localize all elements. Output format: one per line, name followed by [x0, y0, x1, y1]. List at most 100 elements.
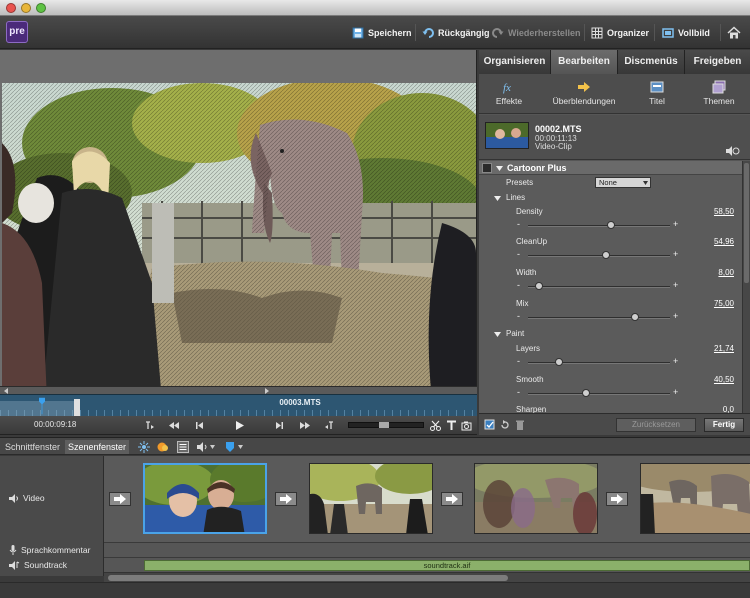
tab-sceneline[interactable]: Szenenfenster [65, 440, 130, 454]
param-slider[interactable] [528, 389, 670, 397]
marker-icon[interactable] [224, 441, 236, 453]
shuttle-slider-thumb[interactable] [379, 422, 389, 428]
freeze-frame-icon[interactable] [461, 420, 472, 431]
fast-forward-icon[interactable] [300, 420, 311, 431]
transition-slot[interactable] [441, 492, 463, 506]
scene-clip[interactable] [309, 463, 433, 534]
effect-header[interactable]: Cartoonr Plus [479, 161, 742, 175]
rewind-icon[interactable] [168, 420, 179, 431]
reset-button[interactable]: Zurücksetzen [616, 418, 696, 432]
scrollbar-thumb[interactable] [108, 575, 508, 581]
current-timecode[interactable]: 00:00:09:18 [34, 420, 76, 429]
instant-movie-icon[interactable] [157, 441, 169, 453]
scene-clip[interactable] [640, 463, 750, 534]
set-out-point-icon[interactable] [324, 420, 335, 431]
decrease-button[interactable]: - [517, 219, 520, 229]
close-window-button[interactable] [6, 3, 16, 13]
smart-fix-icon[interactable] [138, 441, 150, 453]
slider-knob[interactable] [602, 251, 611, 259]
video-preview[interactable] [2, 83, 476, 401]
param-value[interactable]: 58,50 [714, 207, 734, 216]
decrease-button[interactable]: - [517, 356, 520, 366]
param-value[interactable]: 8,00 [718, 268, 734, 277]
properties-panel-icon[interactable] [177, 441, 189, 453]
transition-slot[interactable] [606, 492, 628, 506]
trash-icon[interactable] [514, 419, 526, 431]
sceneline-scrollbar[interactable] [104, 572, 750, 582]
soundtrack-clip[interactable]: soundtrack.aif [144, 560, 750, 571]
param-slider[interactable] [528, 282, 670, 290]
param-value[interactable]: 54,96 [714, 237, 734, 246]
presets-dropdown[interactable]: None [595, 177, 651, 188]
set-in-point-icon[interactable] [144, 420, 155, 431]
subtab-transitions[interactable]: Überblendungen [549, 80, 619, 106]
apply-effect-icon[interactable] [484, 419, 496, 431]
scene-clip[interactable] [474, 463, 598, 534]
step-back-icon[interactable] [194, 420, 205, 431]
collapse-triangle-icon[interactable] [496, 165, 503, 172]
minimize-window-button[interactable] [21, 3, 31, 13]
param-slider[interactable] [528, 251, 670, 259]
param-slider[interactable] [528, 313, 670, 321]
soundtrack-track-header[interactable]: Soundtrack [9, 560, 67, 570]
slider-knob[interactable] [581, 389, 590, 397]
increase-button[interactable]: + [673, 356, 678, 366]
scrollbar-thumb[interactable] [744, 163, 749, 283]
narration-track-header[interactable]: Sprachkommentar [9, 545, 90, 555]
split-clip-icon[interactable] [430, 420, 441, 431]
organizer-button[interactable]: Organizer [591, 24, 649, 41]
param-slider[interactable] [528, 221, 670, 229]
increase-button[interactable]: + [673, 387, 678, 397]
decrease-button[interactable]: - [517, 249, 520, 259]
decrease-button[interactable]: - [517, 311, 520, 321]
chevron-down-icon[interactable] [210, 445, 215, 449]
monitor-scrollbar[interactable] [0, 386, 477, 394]
increase-button[interactable]: + [673, 219, 678, 229]
slider-knob[interactable] [607, 221, 616, 229]
tab-organize[interactable]: Organisieren [479, 50, 551, 74]
effects-scrollbar[interactable] [742, 161, 750, 413]
increase-button[interactable]: + [673, 280, 678, 290]
tab-edit[interactable]: Bearbeiten [551, 50, 618, 74]
chevron-down-icon[interactable] [238, 445, 243, 449]
tab-share[interactable]: Freigeben [685, 50, 750, 74]
slider-knob[interactable] [535, 282, 544, 290]
decrease-button[interactable]: - [517, 280, 520, 290]
collapse-triangle-icon[interactable] [494, 195, 501, 202]
decrease-button[interactable]: - [517, 387, 520, 397]
mini-timeline[interactable]: 00003.MTS [0, 394, 477, 417]
play-icon[interactable] [234, 420, 245, 431]
subtab-themes[interactable]: Themen [699, 80, 739, 106]
redo-button[interactable]: Wiederherstellen [492, 24, 580, 41]
param-value[interactable]: 40,50 [714, 375, 734, 384]
increase-button[interactable]: + [673, 249, 678, 259]
video-track-header[interactable]: Video [9, 493, 45, 503]
tab-timeline[interactable]: Schnittfenster [2, 440, 63, 454]
title-text-icon[interactable] [446, 420, 457, 431]
step-forward-icon[interactable] [274, 420, 285, 431]
audio-mixer-icon[interactable] [196, 441, 208, 453]
transition-slot[interactable] [275, 492, 297, 506]
slider-knob[interactable] [554, 358, 563, 366]
audio-video-link-icon[interactable] [724, 146, 740, 156]
collapse-triangle-icon[interactable] [494, 331, 501, 338]
done-button[interactable]: Fertig [704, 418, 744, 432]
fullscreen-button[interactable]: Vollbild [662, 24, 710, 41]
playhead-marker[interactable] [39, 395, 45, 417]
subtab-effects[interactable]: fx Effekte [491, 80, 527, 106]
narration-track[interactable] [104, 542, 750, 557]
save-button[interactable]: Speichern [352, 24, 412, 41]
param-value[interactable]: 21,74 [714, 344, 734, 353]
toggle-effect-visibility[interactable] [482, 163, 492, 173]
home-button[interactable] [727, 24, 741, 41]
tab-disc-menus[interactable]: Discmenüs [618, 50, 685, 74]
increase-button[interactable]: + [673, 311, 678, 321]
reset-effect-icon[interactable] [499, 419, 511, 431]
subtab-titles[interactable]: Titel [645, 80, 669, 106]
undo-button[interactable]: Rückgängig [422, 24, 490, 41]
param-value[interactable]: 0,0 [723, 405, 734, 413]
soundtrack-track[interactable]: soundtrack.aif [104, 557, 750, 572]
param-value[interactable]: 75,00 [714, 299, 734, 308]
zoom-window-button[interactable] [36, 3, 46, 13]
transition-slot[interactable] [109, 492, 131, 506]
